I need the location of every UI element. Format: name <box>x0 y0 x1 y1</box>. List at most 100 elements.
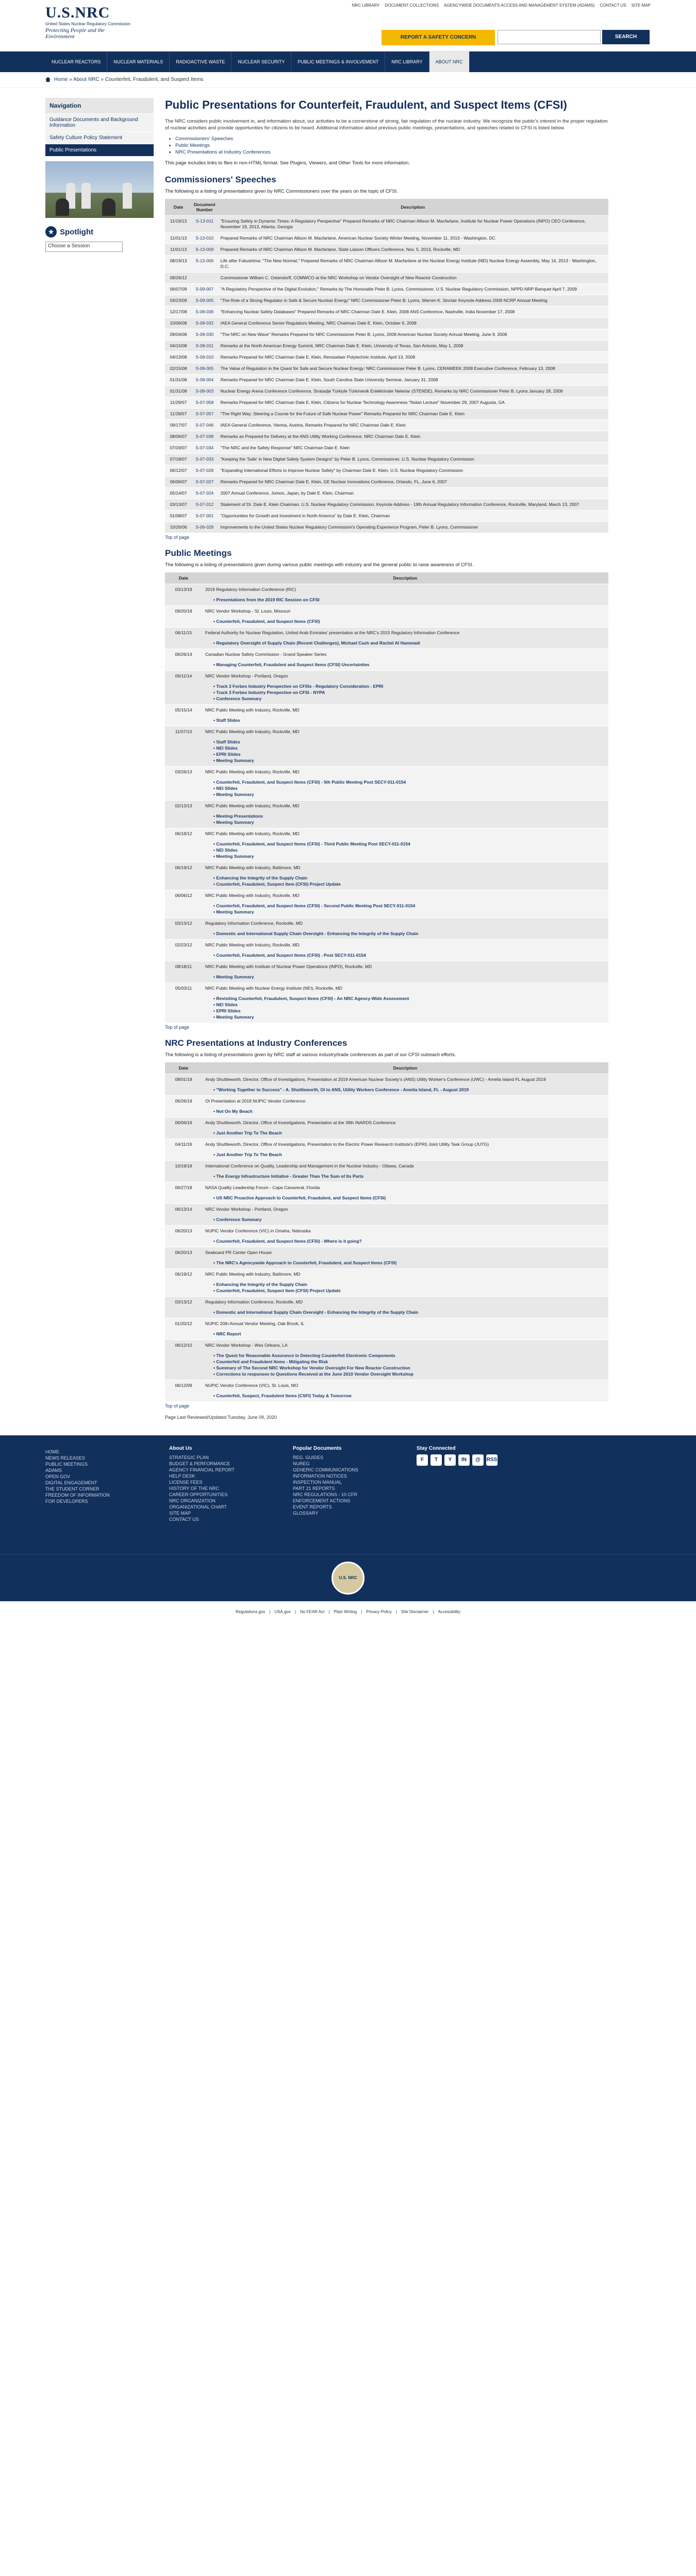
footer-link[interactable]: NUREG <box>293 1461 417 1467</box>
nav-nuclear-materials[interactable]: NUCLEAR MATERIALS <box>107 52 170 72</box>
document-link[interactable]: Not On My Beach <box>213 1108 605 1114</box>
document-link[interactable]: The NRC's Agencywide Approach to Counter… <box>213 1260 605 1266</box>
document-link[interactable]: Conference Summary <box>213 1216 605 1223</box>
section-link[interactable]: Commissioners' Speeches <box>175 135 608 142</box>
bottom-link[interactable]: Accessibility <box>438 1609 460 1614</box>
footer-link[interactable]: History of the NRC <box>169 1485 293 1492</box>
footer-link[interactable]: Inspection Manual <box>293 1479 417 1485</box>
footer-link[interactable]: Enforcement Actions <box>293 1498 417 1504</box>
footer-link[interactable]: Information Notices <box>293 1473 417 1479</box>
nrc-logo[interactable]: U.S.NRC United States Nuclear Regulatory… <box>45 4 133 40</box>
row-doc-link[interactable]: S-08-036 <box>192 306 218 318</box>
row-doc-link[interactable]: S-08-010 <box>192 351 218 363</box>
spotlight-select[interactable]: Choose a Session <box>45 242 123 252</box>
nav-nrc-library[interactable]: NRC LIBRARY <box>385 52 429 72</box>
footer-link[interactable]: Adams <box>45 1467 169 1473</box>
nav-radioactive-waste[interactable]: RADIOACTIVE WASTE <box>170 52 232 72</box>
row-doc-link[interactable]: S-06-029 <box>192 521 218 533</box>
document-link[interactable]: Counterfeit, Fraudulent, and Suspect Ite… <box>213 903 605 909</box>
document-link[interactable]: Track 3 Forbes Industry Perspective on C… <box>213 689 605 696</box>
document-link[interactable]: Counterfeit, Fraudulent, Suspect Item (C… <box>213 1287 605 1294</box>
document-link[interactable]: Track 3 Forbes Industry Perspective on C… <box>213 683 605 689</box>
nav-about-nrc[interactable]: ABOUT NRC <box>429 52 470 72</box>
document-link[interactable]: Conference Summary <box>213 696 605 702</box>
search-button[interactable]: SEARCH <box>602 30 650 44</box>
bottom-link[interactable]: Privacy Policy <box>366 1609 392 1614</box>
row-doc-link[interactable]: S-07-001 <box>192 510 218 522</box>
footer-link[interactable]: Budget & Performance <box>169 1461 293 1467</box>
footer-link[interactable]: Home <box>45 1449 169 1455</box>
bottom-link[interactable]: Plain Writing <box>334 1609 357 1614</box>
back-to-top-link[interactable]: Top of page <box>165 535 608 540</box>
document-link[interactable]: The Quest for Reasonable Assurance in De… <box>213 1352 605 1359</box>
document-link[interactable]: NEI Slides <box>213 745 605 751</box>
row-doc-link[interactable]: S-07-028 <box>192 465 218 477</box>
row-doc-link[interactable]: S-08-005 <box>192 363 218 375</box>
footer-link[interactable]: Event Reports <box>293 1504 417 1510</box>
top-link[interactable]: Contact Us <box>600 3 626 8</box>
footer-link[interactable]: Part 21 Reports <box>293 1485 417 1492</box>
document-link[interactable]: The Energy Infrastructure Initiative - G… <box>213 1173 605 1179</box>
back-to-top-link[interactable]: Top of page <box>165 1403 608 1409</box>
back-to-top-link[interactable]: Top of page <box>165 1025 608 1030</box>
document-link[interactable]: EPRI Slides <box>213 751 605 757</box>
document-link[interactable]: Counterfeit and Fraudulent Items - Mitig… <box>213 1359 605 1365</box>
row-doc-link[interactable]: S-13-011 <box>192 215 218 233</box>
nav-nuclear-reactors[interactable]: NUCLEAR REACTORS <box>45 52 108 72</box>
row-doc-link[interactable]: S-13-010 <box>192 232 218 244</box>
row-doc-link[interactable]: S-09-007 <box>192 283 218 295</box>
bottom-link[interactable]: Regulations.gov <box>236 1609 265 1614</box>
footer-link[interactable]: Freedom of Information <box>45 1492 169 1498</box>
row-doc-link[interactable]: S-07-058 <box>192 397 218 409</box>
document-link[interactable]: Corrections to responses to Questions Re… <box>213 1371 605 1377</box>
document-link[interactable]: Meeting Presentations <box>213 813 605 819</box>
footer-link[interactable]: Glossary <box>293 1510 417 1516</box>
document-link[interactable]: Domestic and International Supply Chain … <box>213 930 605 937</box>
top-link[interactable]: Site Map <box>632 3 651 8</box>
row-doc-link[interactable]: S-13-006 <box>192 255 218 273</box>
row-doc-link[interactable]: S-08-003 <box>192 385 218 397</box>
footer-link[interactable]: Open Gov <box>45 1473 169 1480</box>
footer-link[interactable]: Public Meetings <box>45 1461 169 1467</box>
facebook-icon[interactable]: f <box>417 1454 428 1466</box>
document-link[interactable]: Meeting Summary <box>213 757 605 764</box>
document-link[interactable]: Revisiting Counterfeit, Fraudulent, Susp… <box>213 995 605 1002</box>
row-doc-link[interactable]: S-07-039 <box>192 431 218 443</box>
document-link[interactable]: Presentations from the 2019 RIC Session … <box>213 597 605 603</box>
row-doc-link[interactable]: S-07-033 <box>192 453 218 465</box>
document-link[interactable]: NEI Slides <box>213 847 605 853</box>
footer-link[interactable]: Contact Us <box>169 1516 293 1522</box>
document-link[interactable]: Enhancing the Integrity of the Supply Ch… <box>213 875 605 881</box>
search-input[interactable] <box>498 30 601 44</box>
top-link[interactable]: Document Collections <box>385 3 439 8</box>
bottom-link[interactable]: No FEAR Act <box>300 1609 324 1614</box>
breadcrumb-about[interactable]: About NRC <box>73 77 100 82</box>
document-link[interactable]: Domestic and International Supply Chain … <box>213 1309 605 1315</box>
document-link[interactable]: NRC Report <box>213 1331 605 1337</box>
sidebar-item-guidance[interactable]: Guidance Documents and Background Inform… <box>45 113 154 131</box>
document-link[interactable]: Counterfeit, Fraudulent, and Suspect Ite… <box>213 952 605 958</box>
nav-public-meetings[interactable]: PUBLIC MEETINGS & INVOLVEMENT <box>291 52 386 72</box>
footer-link[interactable]: Help Desk <box>169 1473 293 1479</box>
footer-link[interactable]: For Developers <box>45 1498 169 1504</box>
nav-nuclear-security[interactable]: NUCLEAR SECURITY <box>231 52 292 72</box>
document-link[interactable]: Just Another Trip To The Beach <box>213 1151 605 1158</box>
document-link[interactable]: NEI Slides <box>213 1002 605 1008</box>
section-link[interactable]: NRC Presentations at Industry Conference… <box>175 149 608 156</box>
footer-link[interactable]: Strategic Plan <box>169 1454 293 1461</box>
footer-link[interactable]: NRC Regulations - 10 CFR <box>293 1492 417 1498</box>
document-link[interactable]: Managing Counterfeit, Fraudulent and Sus… <box>213 662 605 668</box>
top-link[interactable]: Agencywide Documents Access and Manageme… <box>444 3 594 8</box>
footer-link[interactable]: Agency Financial Report <box>169 1467 293 1473</box>
footer-link[interactable]: Generic Communications <box>293 1467 417 1473</box>
footer-link[interactable]: Site Map <box>169 1510 293 1516</box>
document-link[interactable]: Counterfeit, Fraudulent, and Suspect Ite… <box>213 841 605 847</box>
document-link[interactable]: Regulatory Oversight of Supply Chain (Re… <box>213 640 605 646</box>
rss-icon[interactable]: rss <box>486 1454 498 1466</box>
row-doc-link[interactable]: S-09-005 <box>192 295 218 307</box>
document-link[interactable]: Meeting Summary <box>213 909 605 915</box>
document-link[interactable]: Counterfeit, Suspect, Fraudulent Items (… <box>213 1393 605 1399</box>
document-link[interactable]: "Working Together to Success" - A. Shutt… <box>213 1087 605 1093</box>
row-doc-link[interactable]: S-07-057 <box>192 408 218 420</box>
breadcrumb-home[interactable]: Home <box>54 77 68 82</box>
